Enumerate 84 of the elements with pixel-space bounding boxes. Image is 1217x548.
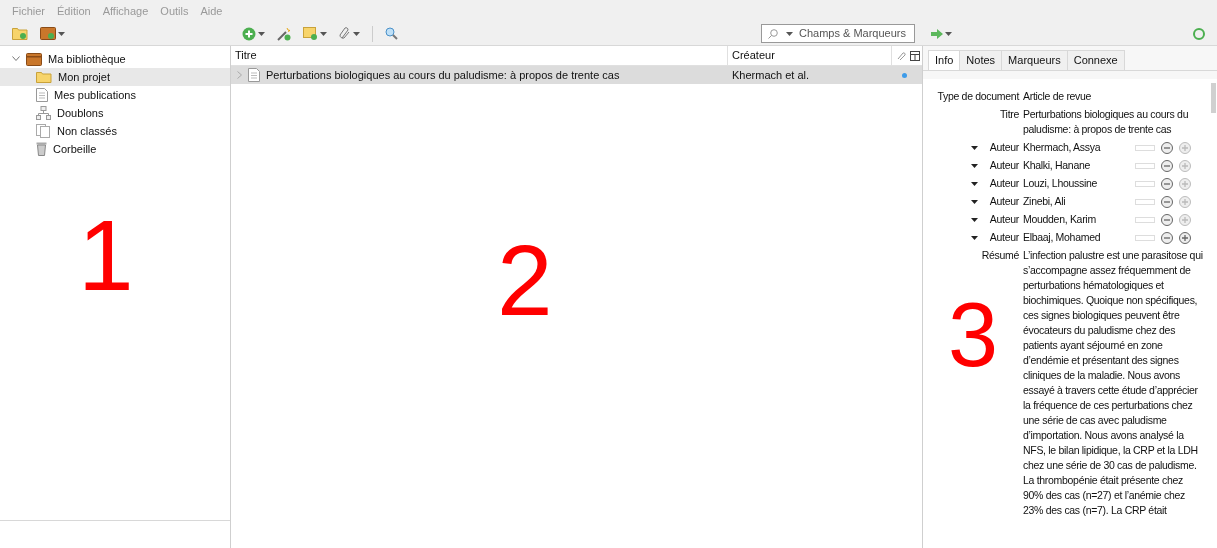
field-label: Auteur <box>989 212 1019 227</box>
field-label: Résumé <box>981 248 1019 263</box>
search-icon[interactable] <box>385 27 398 40</box>
scrollbar-thumb[interactable] <box>1210 83 1216 113</box>
annotation-number: 1 <box>78 205 134 305</box>
field-label: Type de document <box>937 89 1019 104</box>
caret-icon <box>58 31 65 36</box>
new-library-icon[interactable] <box>40 27 56 40</box>
field-value[interactable]: Khermach, Assya <box>1023 140 1135 155</box>
caret-icon <box>353 31 360 36</box>
tree-item[interactable]: Doublons <box>0 104 230 122</box>
tree-item[interactable]: Non classés <box>0 122 230 140</box>
field-value[interactable]: Louzi, Lhoussine <box>1023 176 1135 191</box>
field-label: Titre <box>999 107 1019 122</box>
add-icon[interactable] <box>242 26 256 41</box>
field-value[interactable]: Article de revue <box>1023 89 1205 104</box>
minus-icon[interactable] <box>1161 213 1173 226</box>
hierarchy-icon <box>36 106 51 120</box>
search-icon <box>768 28 778 39</box>
tab[interactable]: Connexe <box>1066 50 1125 70</box>
new-folder-icon[interactable] <box>12 27 28 40</box>
plus-icon[interactable] <box>1179 231 1191 244</box>
dropdown-icon[interactable] <box>970 164 978 168</box>
dropdown-icon[interactable] <box>970 200 978 204</box>
chevron-icon[interactable] <box>237 71 242 79</box>
wand-icon[interactable] <box>277 26 291 41</box>
note-icon[interactable] <box>303 26 318 41</box>
tree-item[interactable]: Ma bibliothèque <box>48 50 126 68</box>
documents-icon <box>36 124 51 138</box>
dropdown-icon[interactable] <box>970 146 978 150</box>
field-label: Auteur <box>989 194 1019 209</box>
table-row[interactable]: Perturbations biologiques au cours du paludisme: à propos de trente cas Khermach et al. <box>231 66 922 84</box>
mode-toggle[interactable] <box>1135 162 1155 169</box>
field-value[interactable]: Moudden, Karim <box>1023 212 1135 227</box>
search-field[interactable]: Champs & Marqueurs <box>761 24 915 43</box>
caret-icon <box>945 31 952 36</box>
annotation-number: 3 <box>948 290 999 380</box>
tree-item[interactable]: Mes publications <box>0 86 230 104</box>
mode-toggle[interactable] <box>1135 144 1155 151</box>
field-label: Auteur <box>989 230 1019 245</box>
mode-toggle[interactable] <box>1135 216 1155 223</box>
mode-toggle[interactable] <box>1135 234 1155 241</box>
chevron-icon[interactable] <box>12 56 20 62</box>
tree-item[interactable]: Mon projet <box>0 68 230 86</box>
table-cell-text: Perturbations biologiques au cours du paludisme: à propos de trente cas <box>266 67 620 83</box>
sync-icon[interactable] <box>1193 27 1205 40</box>
trash-icon <box>36 142 47 156</box>
field-value[interactable]: L’infection palustre est une parasitose qui s’accompagne assez fréquemment de perturbations hématologiques et biochimiques. Quoique non spécifiques, ces signes biologiques peuvent être évocateurs du paludisme chez des patients ayant séjourné en zone d’endémie et présentant des signes cliniques de la maladie. Nous avons essayé à travers cette étude d’apprécier la fréquence de ces perturbations chez une série de cas avec paludisme d’importation. Nous avons analysé la NFS, le bilan lipidique, la CRP et la LDH chez une série de 30 cas de paludisme. La thrombopénie était présente chez 90% des cas (n=27) et l’anémie chez 23% des cas (n=7). La CRP était <box>1023 248 1205 518</box>
document-icon <box>248 68 260 82</box>
paperclip-icon[interactable] <box>339 26 351 41</box>
column-header[interactable]: Titre <box>231 46 728 65</box>
minus-icon[interactable] <box>1161 177 1173 190</box>
caret-icon <box>786 31 793 36</box>
column-picker-icon[interactable] <box>910 50 920 61</box>
column-header[interactable]: Créateur <box>728 46 892 65</box>
tree-item[interactable]: Corbeille <box>0 140 230 158</box>
mode-toggle[interactable] <box>1135 198 1155 205</box>
minus-icon[interactable] <box>1161 195 1173 208</box>
field-value[interactable]: Elbaaj, Mohamed <box>1023 230 1135 245</box>
field-value[interactable]: Perturbations biologiques au cours du paludisme: à propos de trente cas <box>1023 107 1205 137</box>
minus-icon[interactable] <box>1161 141 1173 154</box>
document-icon <box>36 88 48 102</box>
tab[interactable]: Notes <box>959 50 1003 70</box>
table-cell-text: Khermach et al. <box>731 67 811 83</box>
caret-icon <box>258 31 265 36</box>
box-icon <box>26 52 42 66</box>
arrow-right-icon[interactable] <box>931 28 943 39</box>
field-label: Auteur <box>989 158 1019 173</box>
field-label: Auteur <box>989 140 1019 155</box>
field-value[interactable]: Khalki, Hanane <box>1023 158 1135 173</box>
tab[interactable]: Marqueurs <box>1001 50 1068 70</box>
mode-toggle[interactable] <box>1135 180 1155 187</box>
minus-icon[interactable] <box>1161 159 1173 172</box>
minus-icon[interactable] <box>1161 231 1173 244</box>
dropdown-icon[interactable] <box>970 236 978 240</box>
field-value[interactable]: Zinebi, Ali <box>1023 194 1135 209</box>
field-label: Auteur <box>989 176 1019 191</box>
caret-icon <box>320 31 327 36</box>
tab[interactable]: Info <box>928 50 961 70</box>
paperclip-icon[interactable] <box>896 50 906 61</box>
dropdown-icon[interactable] <box>970 218 978 222</box>
annotation-number: 2 <box>497 230 553 330</box>
dropdown-icon[interactable] <box>970 182 978 186</box>
folder-icon <box>36 71 52 83</box>
